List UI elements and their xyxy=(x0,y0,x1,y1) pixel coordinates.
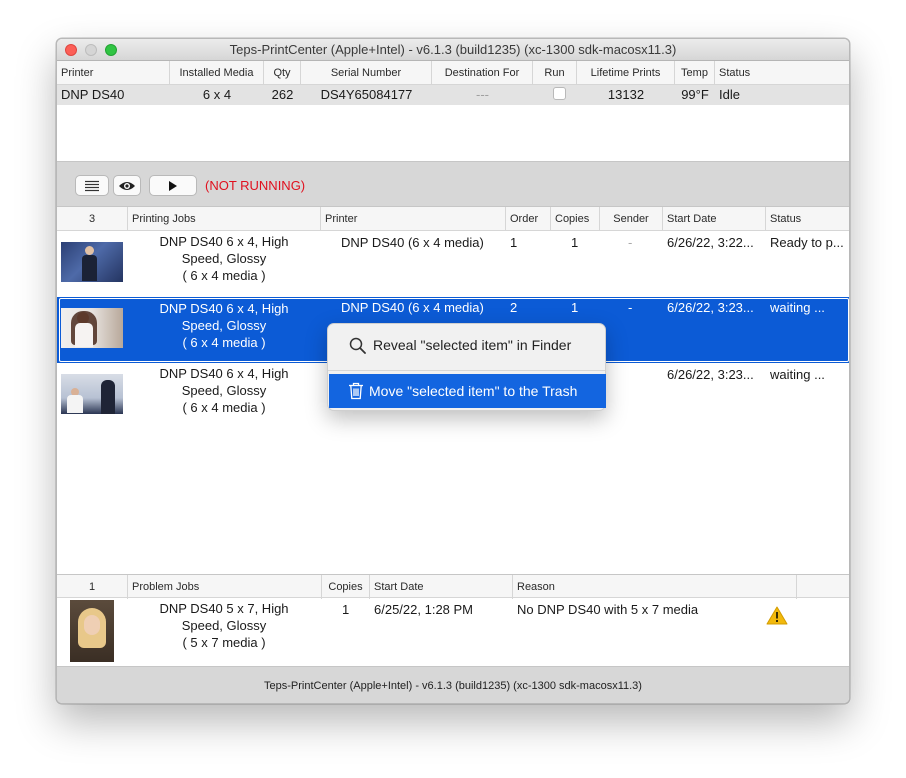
destination-for: --- xyxy=(476,87,489,102)
column-order[interactable]: Order xyxy=(506,207,551,231)
problem-start-date: 6/25/22, 1:28 PM xyxy=(374,602,474,617)
printer-temp: 99°F xyxy=(681,87,709,102)
column-job-printer[interactable]: Printer xyxy=(321,207,506,231)
trash-menu-label: Move "selected item" to the Trash xyxy=(369,383,578,399)
job-status: waiting ... xyxy=(770,367,825,382)
job-order: 2 xyxy=(510,300,518,315)
warning-icon xyxy=(766,606,788,625)
preview-button[interactable] xyxy=(113,175,141,196)
column-destination-for[interactable]: Destination For xyxy=(432,61,533,85)
column-job-status[interactable]: Status xyxy=(766,207,849,231)
window-title: Teps-PrintCenter (Apple+Intel) - v6.1.3 … xyxy=(229,42,677,57)
job-name-line2: Speed, Glossy xyxy=(181,383,267,398)
problem-job-line1: DNP DS40 5 x 7, High xyxy=(159,601,289,616)
job-sender: - xyxy=(628,300,633,315)
job-status: Ready to p... xyxy=(770,235,844,250)
list-icon xyxy=(85,180,99,192)
column-problem-start-date[interactable]: Start Date xyxy=(370,575,513,599)
printer-status: Idle xyxy=(719,87,740,102)
job-sender: - xyxy=(628,235,633,250)
play-icon xyxy=(169,181,177,191)
column-reason[interactable]: Reason xyxy=(513,575,797,599)
problem-job-row[interactable]: DNP DS40 5 x 7, High Speed, Glossy ( 5 x… xyxy=(57,599,849,665)
job-thumbnail xyxy=(61,242,123,282)
job-thumbnail xyxy=(61,308,123,348)
reveal-menu-label: Reveal "selected item" in Finder xyxy=(373,337,572,353)
problem-job-thumbnail xyxy=(70,600,114,662)
run-queue-button[interactable] xyxy=(149,175,197,196)
job-name-line2: Speed, Glossy xyxy=(181,318,267,333)
jobs-count: 3 xyxy=(57,207,128,231)
column-problem-jobs[interactable]: Problem Jobs xyxy=(128,575,322,599)
menu-separator xyxy=(328,370,605,371)
job-name-line3: ( 6 x 4 media ) xyxy=(182,400,266,415)
problem-copies: 1 xyxy=(342,602,350,617)
printer-row[interactable]: DNP DS40 6 x 4 262 DS4Y65084177 --- 1313… xyxy=(57,85,849,105)
column-problem-icon xyxy=(797,575,849,599)
magnifier-icon xyxy=(349,337,366,354)
problem-reason: No DNP DS40 with 5 x 7 media xyxy=(517,602,699,617)
jobs-table-header: 3 Printing Jobs Printer Order Copies Sen… xyxy=(57,207,849,231)
job-order: 1 xyxy=(510,235,518,250)
column-printer[interactable]: Printer xyxy=(57,61,170,85)
eye-icon xyxy=(119,182,135,190)
queue-toolbar: (NOT RUNNING) xyxy=(57,161,849,207)
job-name-line1: DNP DS40 6 x 4, High xyxy=(159,234,289,249)
list-button[interactable] xyxy=(75,175,109,196)
column-printing-jobs[interactable]: Printing Jobs xyxy=(128,207,321,231)
column-run[interactable]: Run xyxy=(533,61,577,85)
job-name-line3: ( 6 x 4 media ) xyxy=(182,335,266,350)
job-status: waiting ... xyxy=(770,300,825,315)
job-name-line3: ( 6 x 4 media ) xyxy=(182,268,266,283)
job-row[interactable]: DNP DS40 6 x 4, High Speed, Glossy ( 6 x… xyxy=(57,232,849,298)
job-printer: DNP DS40 (6 x 4 media) xyxy=(341,300,484,315)
column-copies[interactable]: Copies xyxy=(551,207,600,231)
job-name-line1: DNP DS40 6 x 4, High xyxy=(159,301,289,316)
column-installed-media[interactable]: Installed Media xyxy=(170,61,264,85)
column-temp[interactable]: Temp xyxy=(675,61,715,85)
problems-table-header: 1 Problem Jobs Copies Start Date Reason xyxy=(57,574,849,599)
job-name-line1: DNP DS40 6 x 4, High xyxy=(159,366,289,381)
serial-number: DS4Y65084177 xyxy=(320,87,413,102)
column-lifetime-prints[interactable]: Lifetime Prints xyxy=(577,61,675,85)
media-qty: 262 xyxy=(271,87,294,102)
installed-media: 6 x 4 xyxy=(202,87,232,102)
column-problem-copies[interactable]: Copies xyxy=(322,575,370,599)
problem-job-line2: Speed, Glossy xyxy=(181,618,267,633)
reveal-in-finder-menu-item[interactable]: Reveal "selected item" in Finder xyxy=(329,328,606,362)
column-qty[interactable]: Qty xyxy=(264,61,301,85)
job-copies: 1 xyxy=(571,300,579,315)
column-status[interactable]: Status xyxy=(715,61,849,85)
problems-count: 1 xyxy=(57,575,128,599)
printers-table-header: Printer Installed Media Qty Serial Numbe… xyxy=(57,61,849,85)
move-to-trash-menu-item[interactable]: Move "selected item" to the Trash xyxy=(329,374,606,408)
title-bar[interactable]: Teps-PrintCenter (Apple+Intel) - v6.1.3 … xyxy=(57,39,849,61)
run-checkbox[interactable] xyxy=(553,87,566,100)
trash-icon xyxy=(349,382,363,400)
context-menu: Reveal "selected item" in Finder Move "s… xyxy=(327,323,606,411)
column-sender[interactable]: Sender xyxy=(600,207,663,231)
job-start-date: 6/26/22, 3:23... xyxy=(667,300,754,315)
job-printer: DNP DS40 (6 x 4 media) xyxy=(341,235,484,250)
job-name-line2: Speed, Glossy xyxy=(181,251,267,266)
job-start-date: 6/26/22, 3:23... xyxy=(667,367,754,382)
lifetime-prints: 13132 xyxy=(607,87,645,102)
problem-job-line3: ( 5 x 7 media ) xyxy=(182,635,266,650)
column-start-date[interactable]: Start Date xyxy=(663,207,766,231)
job-start-date: 6/26/22, 3:22... xyxy=(667,235,754,250)
job-thumbnail xyxy=(61,374,123,414)
status-footer: Teps-PrintCenter (Apple+Intel) - v6.1.3 … xyxy=(57,666,849,703)
job-copies: 1 xyxy=(571,235,579,250)
queue-status-text: (NOT RUNNING) xyxy=(205,178,306,193)
column-serial-number[interactable]: Serial Number xyxy=(301,61,432,85)
printer-name: DNP DS40 xyxy=(61,87,125,102)
